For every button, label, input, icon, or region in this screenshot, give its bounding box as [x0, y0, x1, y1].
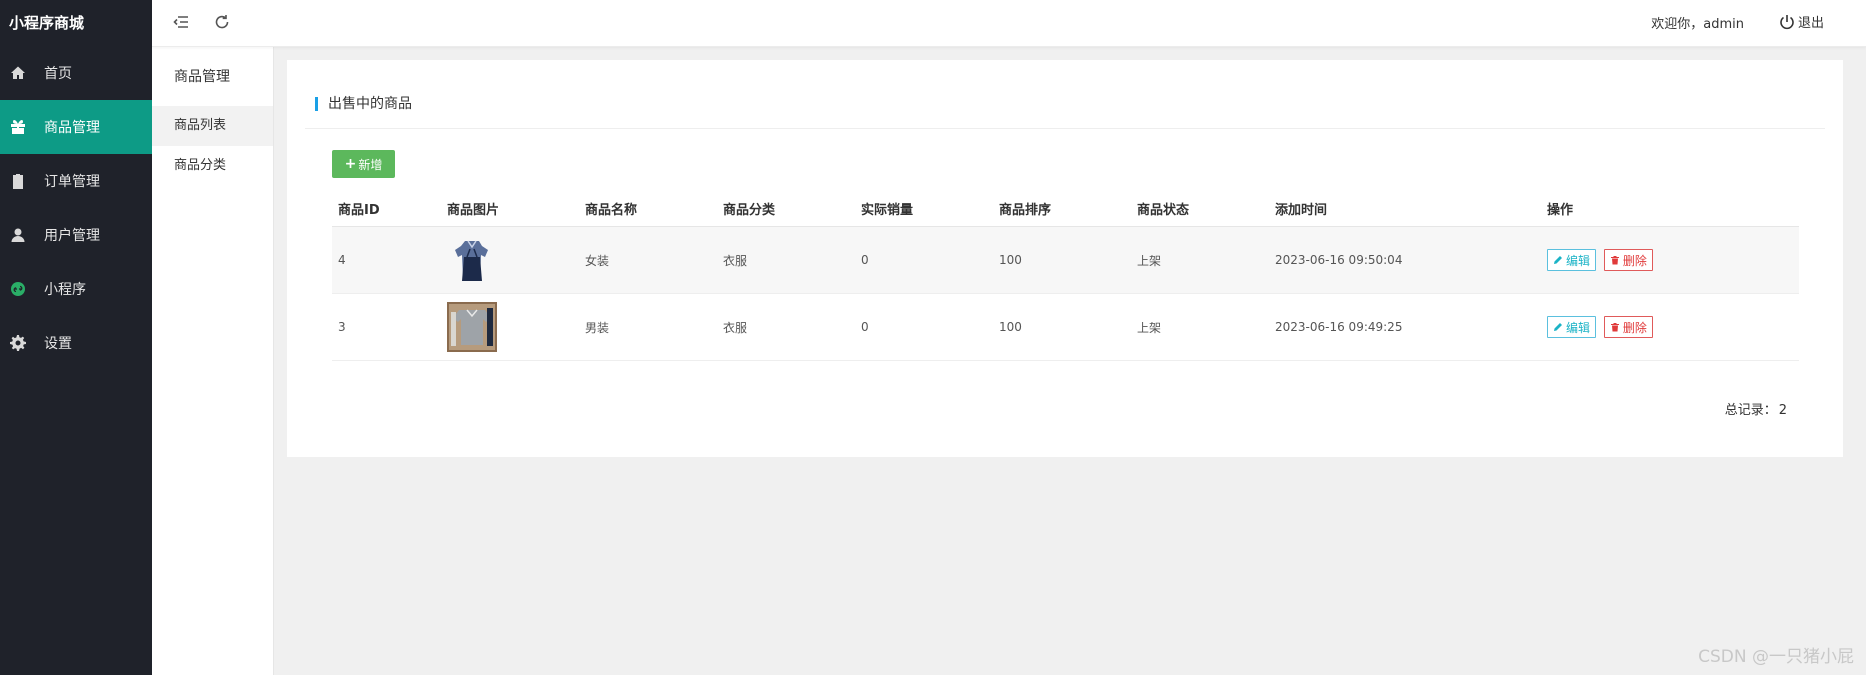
menu-collapse-icon[interactable]	[170, 11, 192, 33]
submenu-item-product-category[interactable]: 商品分类	[152, 146, 273, 186]
edit-button[interactable]: 编辑	[1547, 316, 1597, 338]
miniprogram-icon	[9, 280, 27, 298]
cell-id: 4	[332, 226, 441, 294]
plus-icon: +	[344, 156, 357, 172]
cell-added-time: 2023-06-16 09:49:25	[1269, 293, 1541, 361]
column-header: 商品排序	[993, 191, 1131, 227]
sidebar-item-label: 订单管理	[44, 174, 100, 190]
sidebar-item-users[interactable]: 用户管理	[0, 208, 152, 262]
sidebar-item-products[interactable]: 商品管理	[0, 100, 152, 154]
sidebar-item-home[interactable]: 首页	[0, 46, 152, 100]
product-table: 商品ID 商品图片 商品名称 商品分类 实际销量 商品排序 商品状态 添加时间 …	[332, 191, 1799, 361]
column-header: 商品分类	[717, 191, 855, 227]
sidebar-item-label: 首页	[44, 66, 72, 82]
cell-sales: 0	[855, 293, 993, 361]
home-icon	[9, 64, 27, 82]
content-panel: 出售中的商品 + 新增 商品ID 商品图片 商品名称 商品分类 实际销量 商品排…	[287, 60, 1843, 457]
delete-label: 删除	[1622, 320, 1647, 335]
sidebar-item-miniprogram[interactable]: 小程序	[0, 262, 152, 316]
power-icon	[1780, 14, 1794, 29]
column-header: 操作	[1541, 191, 1799, 227]
product-thumbnail-shirt[interactable]	[447, 302, 497, 352]
product-thumbnail-dress[interactable]	[447, 235, 497, 285]
column-header: 实际销量	[855, 191, 993, 227]
sidebar-item-label: 用户管理	[44, 228, 100, 244]
edit-label: 编辑	[1566, 253, 1591, 268]
sidebar-item-label: 小程序	[44, 282, 86, 298]
add-product-button[interactable]: + 新增	[332, 150, 395, 178]
table-row: 3 男装 衣服 0 100 上架 2023-06-16 09:49:25 编辑 …	[332, 293, 1799, 361]
cell-name: 女装	[579, 226, 717, 294]
page-title: 出售中的商品	[315, 97, 412, 111]
submenu-item-product-list[interactable]: 商品列表	[152, 106, 273, 146]
trash-icon	[1610, 256, 1619, 265]
watermark: CSDN @一只猪小屁	[1698, 647, 1854, 667]
top-header: 欢迎你，admin 退出	[152, 0, 1866, 47]
sidebar-item-label: 设置	[44, 336, 72, 352]
cell-category: 衣服	[717, 293, 855, 361]
cell-added-time: 2023-06-16 09:50:04	[1269, 226, 1541, 294]
edit-label: 编辑	[1566, 320, 1591, 335]
total-label: 总记录：	[1724, 403, 1777, 418]
pencil-icon	[1554, 323, 1562, 331]
clipboard-icon	[9, 172, 27, 190]
trash-icon	[1610, 323, 1619, 332]
logout-button[interactable]: 退出	[1779, 12, 1824, 31]
app-brand: 小程序商城	[9, 14, 85, 32]
column-header: 商品名称	[579, 191, 717, 227]
sidebar: 小程序商城 首页 商品管理 订单管理 用户管理 小程序 设置	[0, 0, 152, 675]
sidebar-item-orders[interactable]: 订单管理	[0, 154, 152, 208]
cell-category: 衣服	[717, 226, 855, 294]
cell-sort: 100	[993, 293, 1131, 361]
cell-id: 3	[332, 293, 441, 361]
add-button-label: 新增	[358, 157, 383, 172]
column-header: 商品状态	[1131, 191, 1269, 227]
delete-button[interactable]: 删除	[1603, 316, 1653, 338]
column-header: 商品图片	[441, 191, 579, 227]
sidebar-item-settings[interactable]: 设置	[0, 316, 152, 370]
column-header: 商品ID	[332, 191, 441, 227]
cell-sales: 0	[855, 226, 993, 294]
cell-name: 男装	[579, 293, 717, 361]
total-records: 总记录： 2	[1723, 399, 1787, 418]
welcome-text: 欢迎你，admin	[1651, 17, 1744, 32]
edit-button[interactable]: 编辑	[1547, 249, 1597, 271]
gear-icon	[9, 334, 27, 352]
divider	[305, 128, 1825, 129]
delete-label: 删除	[1622, 253, 1647, 268]
delete-button[interactable]: 删除	[1603, 249, 1653, 271]
sidebar-item-label: 商品管理	[44, 120, 100, 136]
status-badge: 上架	[1131, 226, 1269, 294]
submenu-title: 商品管理	[174, 69, 230, 85]
logout-label: 退出	[1797, 16, 1824, 31]
user-icon	[9, 226, 27, 244]
cell-sort: 100	[993, 226, 1131, 294]
table-header-row: 商品ID 商品图片 商品名称 商品分类 实际销量 商品排序 商品状态 添加时间 …	[332, 191, 1799, 227]
status-badge: 上架	[1131, 293, 1269, 361]
column-header: 添加时间	[1269, 191, 1541, 227]
total-value: 2	[1778, 403, 1787, 418]
pencil-icon	[1554, 256, 1562, 264]
table-row: 4 女装 衣服 0 100 上架 2023-06-16 09:50:04 编辑 …	[332, 226, 1799, 294]
refresh-icon[interactable]	[211, 11, 233, 33]
submenu: 商品管理 商品列表 商品分类	[152, 0, 274, 675]
gift-icon	[9, 118, 27, 136]
